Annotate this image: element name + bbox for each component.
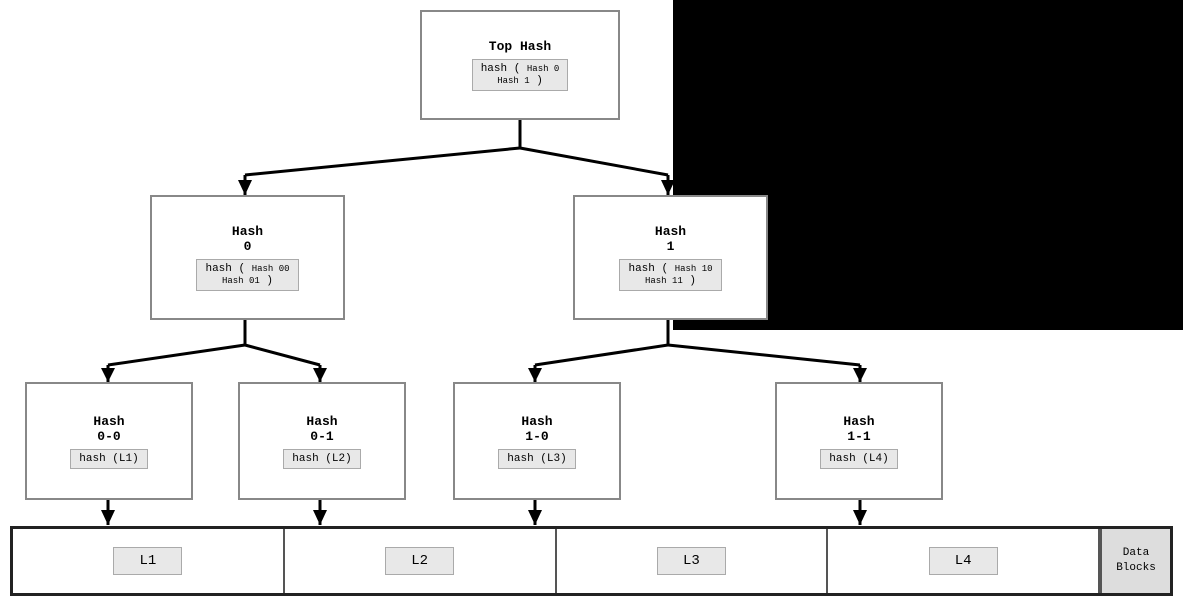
hash00-node: Hash0-0 hash (L1) bbox=[25, 382, 193, 500]
hash10-node: Hash1-0 hash (L3) bbox=[453, 382, 621, 500]
hash11-formula: hash (L4) bbox=[820, 449, 897, 469]
hash1-label: Hash1 bbox=[655, 224, 686, 254]
hash01-node: Hash0-1 hash (L2) bbox=[238, 382, 406, 500]
top-hash-formula: hash ( Hash 0Hash 1 ) bbox=[472, 59, 569, 91]
l1-label: L1 bbox=[113, 547, 182, 575]
data-block-l1: L1 bbox=[13, 529, 285, 593]
top-hash-label: Top Hash bbox=[489, 39, 551, 54]
hash00-formula: hash (L1) bbox=[70, 449, 147, 469]
hash0-node: Hash0 hash ( Hash 00Hash 01 ) bbox=[150, 195, 345, 320]
data-block-l4: L4 bbox=[828, 529, 1100, 593]
l4-label: L4 bbox=[929, 547, 998, 575]
hash1-formula: hash ( Hash 10Hash 11 ) bbox=[619, 259, 721, 291]
hash10-label: Hash1-0 bbox=[521, 414, 552, 444]
hash0-label: Hash0 bbox=[232, 224, 263, 254]
hash00-label: Hash0-0 bbox=[93, 414, 124, 444]
l3-label: L3 bbox=[657, 547, 726, 575]
data-blocks-row: L1 L2 L3 L4 DataBlocks bbox=[10, 526, 1173, 596]
data-blocks-label: DataBlocks bbox=[1100, 529, 1170, 593]
hash11-node: Hash1-1 hash (L4) bbox=[775, 382, 943, 500]
top-hash-node: Top Hash hash ( Hash 0Hash 1 ) bbox=[420, 10, 620, 120]
data-block-l2: L2 bbox=[285, 529, 557, 593]
hash0-formula: hash ( Hash 00Hash 01 ) bbox=[196, 259, 298, 291]
data-block-l3: L3 bbox=[557, 529, 829, 593]
l2-label: L2 bbox=[385, 547, 454, 575]
hash10-formula: hash (L3) bbox=[498, 449, 575, 469]
hash1-node: Hash1 hash ( Hash 10Hash 11 ) bbox=[573, 195, 768, 320]
hash01-label: Hash0-1 bbox=[306, 414, 337, 444]
hash11-label: Hash1-1 bbox=[843, 414, 874, 444]
diagram-container: Top Hash hash ( Hash 0Hash 1 ) Hash0 has… bbox=[0, 0, 1183, 616]
hash01-formula: hash (L2) bbox=[283, 449, 360, 469]
